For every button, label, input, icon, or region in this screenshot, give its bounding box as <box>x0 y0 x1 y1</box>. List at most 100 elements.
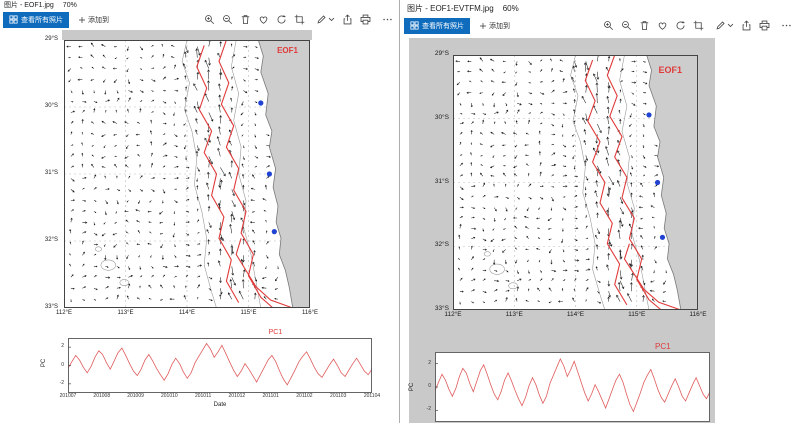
desktop: 图片 - EOF1.jpg 70% 查看所有照片 添加到 <box>0 0 800 423</box>
eof-vector-map <box>453 55 698 310</box>
heart-icon <box>258 14 269 25</box>
zoom-out-button[interactable] <box>218 11 236 28</box>
pc-ytick-label: 2 <box>61 344 64 349</box>
more-button[interactable] <box>777 17 795 34</box>
lat-tick-label: 32°S <box>45 237 58 243</box>
figure-background-strip <box>62 30 312 40</box>
favorite-button[interactable] <box>254 11 272 28</box>
window-title: 图片 - EOF1-EVTFM.jpg <box>407 5 494 16</box>
lat-tick-label: 29°S <box>435 51 449 58</box>
pc-xtick-label: 201101 <box>256 394 286 399</box>
window-title: 图片 - EOF1.jpg <box>4 2 54 10</box>
add-to-button[interactable]: 添加到 <box>474 18 515 34</box>
pc-panel: PC1 <box>435 352 710 422</box>
lat-tick-label: 29°S <box>45 36 58 42</box>
chevron-down-icon <box>328 16 335 23</box>
print-button[interactable] <box>356 11 374 28</box>
view-all-photos-button[interactable]: 查看所有照片 <box>404 18 470 34</box>
lat-tick-label: 30°S <box>45 103 58 109</box>
pc-timeseries-chart <box>68 338 372 393</box>
pc-title: PC1 <box>655 342 671 351</box>
chevron-down-icon <box>727 22 734 29</box>
share-button[interactable] <box>338 11 356 28</box>
pc-xlabel: Date <box>68 402 372 408</box>
add-to-label: 添加到 <box>88 15 109 25</box>
pc-ylabel: PC <box>409 383 415 391</box>
lon-tick-label: 114°E <box>560 312 592 319</box>
zoom-in-icon <box>204 14 215 25</box>
view-all-label: 查看所有照片 <box>21 15 63 25</box>
longitude-axis: 112°E113°E114°E115°E116°E <box>453 312 698 321</box>
pc-ytick-label: 0 <box>61 363 64 368</box>
zoom-out-icon <box>222 14 233 25</box>
zoom-in-button[interactable] <box>200 11 218 28</box>
draw-icon <box>316 14 327 25</box>
crop-button[interactable] <box>290 11 308 28</box>
lat-tick-label: 30°S <box>435 115 449 122</box>
zoom-out-icon <box>621 20 632 31</box>
draw-button[interactable] <box>312 11 338 28</box>
draw-button[interactable] <box>711 17 737 34</box>
photos-window-left: 图片 - EOF1.jpg 70% 查看所有照片 添加到 <box>0 0 400 423</box>
latitude-axis: 29°S30°S31°S32°S33°S <box>0 40 60 308</box>
eof-vector-map <box>64 40 310 308</box>
lon-tick-label: 116°E <box>682 312 714 319</box>
eof-map-panel: EOF1 <box>453 55 698 310</box>
titlebar[interactable]: 图片 - EOF1.jpg 70% <box>0 0 399 10</box>
pc-ytick-label: -2 <box>60 381 64 386</box>
view-all-label: 查看所有照片 <box>422 21 464 31</box>
eof-map-panel: EOF1 <box>64 40 310 308</box>
pc-title: PC1 <box>269 329 283 336</box>
lat-tick-label: 31°S <box>45 170 58 176</box>
more-button[interactable] <box>378 11 396 28</box>
lon-tick-label: 113°E <box>498 312 530 319</box>
rotate-icon <box>276 14 287 25</box>
zoom-in-button[interactable] <box>599 17 617 34</box>
lon-tick-label: 114°E <box>171 310 203 316</box>
heart-icon <box>657 20 668 31</box>
add-to-button[interactable]: 添加到 <box>73 12 114 28</box>
lat-tick-label: 32°S <box>435 242 449 249</box>
pc-ylabel: PC <box>41 359 47 367</box>
pc-xtick-label: 201103 <box>323 394 353 399</box>
lat-tick-label: 31°S <box>435 179 449 186</box>
lon-tick-label: 112°E <box>48 310 80 316</box>
print-button[interactable] <box>755 17 773 34</box>
pc-xtick-label: 201008 <box>87 394 117 399</box>
delete-button[interactable] <box>236 11 254 28</box>
zoom-level: 70% <box>63 2 77 10</box>
pc-xtick-label: 201102 <box>289 394 319 399</box>
view-all-photos-button[interactable]: 查看所有照片 <box>3 12 69 28</box>
pc-ytick-label: 0 <box>428 384 431 389</box>
pc-timeseries-chart <box>435 352 710 422</box>
pc-y-axis: 2 0 -2 <box>52 338 66 393</box>
pc-x-axis: 2010072010082010092010102010112010122011… <box>68 394 372 401</box>
favorite-button[interactable] <box>653 17 671 34</box>
lon-tick-label: 116°E <box>294 310 326 316</box>
pc-xtick-label: 201009 <box>121 394 151 399</box>
map-title: EOF1 <box>658 65 682 75</box>
pc-xtick-label: 201010 <box>154 394 184 399</box>
print-icon <box>759 20 770 31</box>
add-to-label: 添加到 <box>489 21 510 31</box>
map-title: EOF1 <box>277 46 298 55</box>
rotate-button[interactable] <box>272 11 290 28</box>
toolbar: 查看所有照片 添加到 <box>401 16 800 35</box>
zoom-out-button[interactable] <box>617 17 635 34</box>
crop-button[interactable] <box>689 17 707 34</box>
more-icon <box>382 14 393 25</box>
grid-icon <box>9 15 18 24</box>
pc-y-axis: 20-2 <box>421 352 433 422</box>
pc-xtick-label: 201104 <box>357 394 387 399</box>
delete-icon <box>639 20 650 31</box>
zoom-level: 60% <box>503 5 519 16</box>
titlebar[interactable]: 图片 - EOF1-EVTFM.jpg 60% <box>401 0 800 16</box>
crop-icon <box>693 20 704 31</box>
grid-icon <box>410 21 419 30</box>
share-button[interactable] <box>737 17 755 34</box>
print-icon <box>360 14 371 25</box>
pc-ytick-label: 2 <box>428 361 431 366</box>
delete-button[interactable] <box>635 17 653 34</box>
lon-tick-label: 115°E <box>233 310 265 316</box>
rotate-button[interactable] <box>671 17 689 34</box>
